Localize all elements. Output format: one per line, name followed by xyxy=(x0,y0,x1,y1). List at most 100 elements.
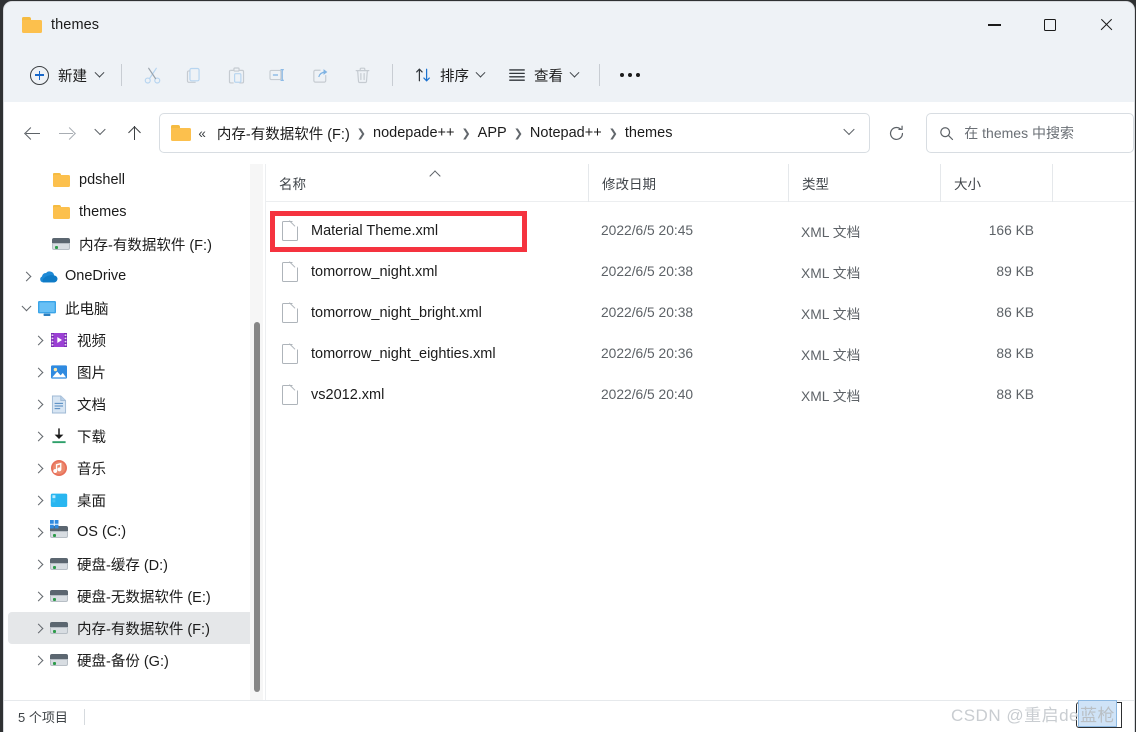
sidebar-item-drive-e[interactable]: 硬盘-无数据软件 (E:) xyxy=(8,580,259,612)
sidebar-item-drive-f[interactable]: 内存-有数据软件 (F:) xyxy=(8,612,259,644)
documents-icon xyxy=(48,395,70,414)
column-header-name[interactable]: 名称 xyxy=(266,164,588,202)
table-row[interactable]: tomorrow_night_bright.xml 2022/6/5 20:38… xyxy=(266,292,1134,333)
up-arrow-icon xyxy=(127,125,142,141)
sort-button[interactable]: 排序 xyxy=(405,58,493,92)
twisty-collapsed-icon[interactable] xyxy=(28,655,48,665)
twisty-collapsed-icon[interactable] xyxy=(28,335,48,345)
twisty-collapsed-icon[interactable] xyxy=(28,559,48,569)
twisty-collapsed-icon[interactable] xyxy=(28,463,48,473)
sidebar-item-label: 音乐 xyxy=(77,461,106,478)
file-date: 2022/6/5 20:40 xyxy=(601,387,694,402)
forward-button[interactable] xyxy=(49,116,83,150)
recent-locations-button[interactable] xyxy=(83,116,117,150)
breadcrumb-item-0[interactable]: 内存-有数据软件 (F:) xyxy=(212,119,355,148)
table-row[interactable]: tomorrow_night.xml 2022/6/5 20:38 XML 文档… xyxy=(266,251,1134,292)
sidebar-item-pdshell[interactable]: pdshell xyxy=(8,164,259,196)
twisty-collapsed-icon[interactable] xyxy=(28,367,48,377)
breadcrumb-item-1[interactable]: nodepade++ xyxy=(368,121,459,145)
minimize-button[interactable] xyxy=(966,2,1022,48)
music-icon xyxy=(48,459,70,477)
file-size: 88 KB xyxy=(996,387,1034,402)
column-headers: 名称 修改日期 类型 大小 xyxy=(266,164,1134,202)
window-title-group: themes xyxy=(4,17,99,33)
sidebar-scrollbar[interactable] xyxy=(250,164,263,702)
refresh-button[interactable] xyxy=(878,114,914,152)
column-header-size[interactable]: 大小 xyxy=(940,164,1052,202)
more-options-button[interactable] xyxy=(610,57,650,93)
delete-button[interactable] xyxy=(342,57,382,93)
sidebar-item-label: themes xyxy=(79,204,127,220)
column-header-spacer[interactable] xyxy=(1052,164,1112,202)
twisty-collapsed-icon[interactable] xyxy=(28,591,48,601)
sidebar-item-os-c[interactable]: OS (C:) xyxy=(8,516,259,548)
cut-button[interactable] xyxy=(132,57,172,93)
xml-file-icon xyxy=(282,302,298,323)
sidebar-item-label: 此电脑 xyxy=(65,301,109,318)
sidebar-scrollbar-thumb[interactable] xyxy=(254,322,260,692)
back-button[interactable] xyxy=(15,116,49,150)
toolbar-divider-2 xyxy=(392,64,393,86)
rename-button[interactable] xyxy=(258,57,298,93)
twisty-expanded-icon[interactable] xyxy=(16,300,36,312)
file-type: XML 文档 xyxy=(801,265,861,281)
sidebar-item-drive-d[interactable]: 硬盘-缓存 (D:) xyxy=(8,548,259,580)
close-button[interactable] xyxy=(1078,2,1134,48)
breadcrumb-overflow-icon[interactable]: « xyxy=(198,126,206,141)
file-name: tomorrow_night.xml xyxy=(311,263,438,280)
sidebar-item-music[interactable]: 音乐 xyxy=(8,452,259,484)
sidebar-item-onedrive[interactable]: OneDrive xyxy=(8,260,259,292)
file-size: 86 KB xyxy=(996,305,1034,320)
view-button[interactable]: 查看 xyxy=(499,58,587,92)
chevron-down-icon xyxy=(94,123,107,136)
sidebar-item-this-pc[interactable]: 此电脑 xyxy=(8,292,259,324)
sidebar-item-themes[interactable]: themes xyxy=(8,196,259,228)
twisty-collapsed-icon[interactable] xyxy=(28,623,48,633)
file-date: 2022/6/5 20:38 xyxy=(601,264,694,279)
sidebar-item-label: 图片 xyxy=(77,365,106,382)
search-box[interactable]: 在 themes 中搜索 xyxy=(926,113,1134,153)
status-divider xyxy=(83,708,85,725)
drive-icon xyxy=(48,654,70,666)
maximize-icon xyxy=(1044,19,1056,31)
table-row[interactable]: Material Theme.xml 2022/6/5 20:45 XML 文档… xyxy=(266,210,1134,251)
navigation-pane[interactable]: pdshell themes 内存-有数据软件 (F:) OneDrive 此电… xyxy=(4,164,266,702)
breadcrumb-item-3[interactable]: Notepad++ xyxy=(525,121,607,145)
back-arrow-icon xyxy=(25,126,40,141)
twisty-collapsed-icon[interactable] xyxy=(28,527,48,537)
sidebar-item-videos[interactable]: 视频 xyxy=(8,324,259,356)
sidebar-item-documents[interactable]: 文档 xyxy=(8,388,259,420)
new-button[interactable]: 新建 xyxy=(26,59,112,92)
twisty-collapsed-icon[interactable] xyxy=(28,431,48,441)
watermark: CSDN @重启de 蓝枪 xyxy=(951,700,1117,727)
sidebar-item-drive-g[interactable]: 硬盘-备份 (G:) xyxy=(8,644,259,676)
up-button[interactable] xyxy=(117,116,151,150)
table-row[interactable]: tomorrow_night_eighties.xml 2022/6/5 20:… xyxy=(266,333,1134,374)
file-list-pane[interactable]: 名称 修改日期 类型 大小 Material Theme.xml 2022/6/… xyxy=(266,164,1134,702)
breadcrumb-item-2[interactable]: APP xyxy=(473,121,512,145)
sidebar-item-pictures[interactable]: 图片 xyxy=(8,356,259,388)
sidebar-item-downloads[interactable]: 下载 xyxy=(8,420,259,452)
file-name: tomorrow_night_bright.xml xyxy=(311,304,482,321)
paste-button[interactable] xyxy=(216,57,256,93)
share-button[interactable] xyxy=(300,57,340,93)
twisty-collapsed-icon[interactable] xyxy=(28,399,48,409)
copy-button[interactable] xyxy=(174,57,214,93)
address-dropdown-button[interactable] xyxy=(835,118,863,148)
maximize-button[interactable] xyxy=(1022,2,1078,48)
sidebar-item-drive-f-child[interactable]: 内存-有数据软件 (F:) xyxy=(8,228,259,260)
twisty-collapsed-icon[interactable] xyxy=(16,271,36,281)
sidebar-item-label: 硬盘-备份 (G:) xyxy=(77,653,169,670)
breadcrumb[interactable]: « 内存-有数据软件 (F:) ❯ nodepade++ ❯ APP ❯ Not… xyxy=(159,113,871,153)
column-header-date[interactable]: 修改日期 xyxy=(588,164,788,202)
table-row[interactable]: vs2012.xml 2022/6/5 20:40 XML 文档 88 KB xyxy=(266,374,1134,415)
window-title: themes xyxy=(51,17,100,33)
column-header-type[interactable]: 类型 xyxy=(788,164,940,202)
chevron-down-icon xyxy=(569,67,580,78)
sidebar-item-desktop[interactable]: 桌面 xyxy=(8,484,259,516)
paste-icon xyxy=(228,66,244,84)
breadcrumb-item-4[interactable]: themes xyxy=(620,121,678,145)
chevron-down-icon xyxy=(843,123,855,136)
sort-ascending-icon xyxy=(431,169,441,179)
twisty-collapsed-icon[interactable] xyxy=(28,495,48,505)
